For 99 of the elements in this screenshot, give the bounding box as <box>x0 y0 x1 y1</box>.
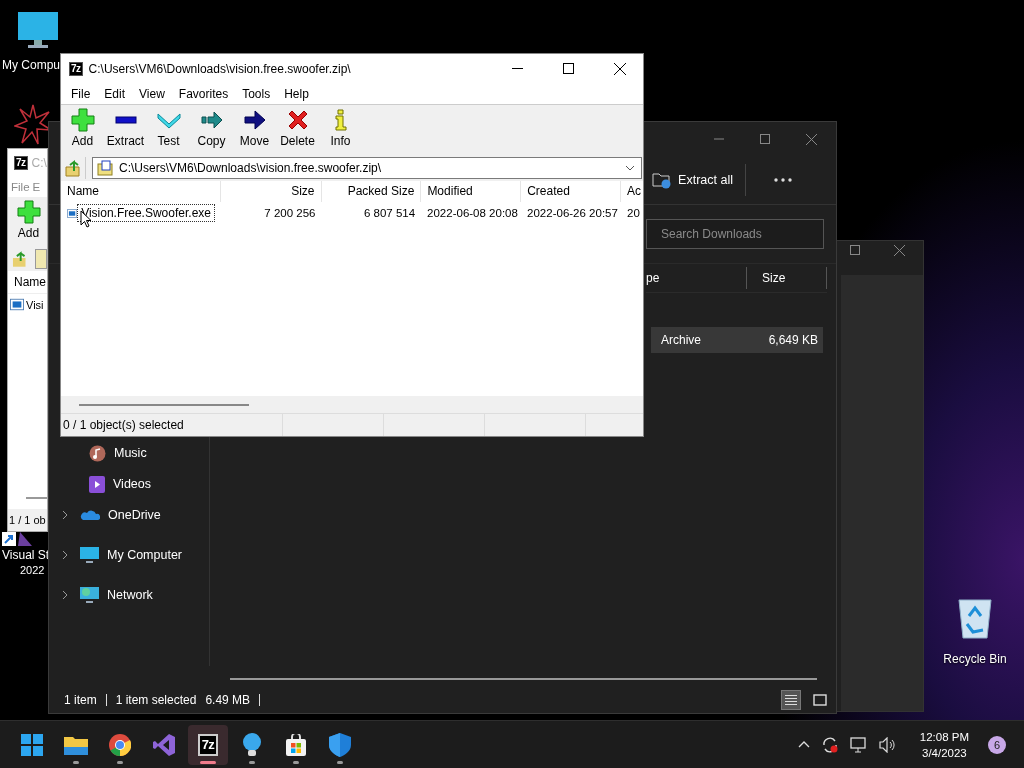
cloud-icon <box>80 509 100 521</box>
folder-up-icon <box>64 159 83 177</box>
table-cell: Archive <box>661 333 701 347</box>
close-icon[interactable] <box>614 62 626 75</box>
window-title: C:\Users\VM6\Downloads\vision.free.swoofer.zip\ <box>88 61 351 76</box>
column-header[interactable]: Created <box>521 181 622 202</box>
info-button[interactable]: Info <box>319 105 362 155</box>
music-note-icon <box>89 444 106 462</box>
icon-label: My Compu <box>2 58 60 72</box>
column-header[interactable]: Modified <box>421 181 522 202</box>
more-icon[interactable] <box>774 178 792 182</box>
file-name[interactable]: Visi <box>26 298 44 311</box>
scrollbar-thumb[interactable] <box>79 403 249 406</box>
details-view-button[interactable] <box>781 690 801 710</box>
file-row[interactable]: Archive 6,649 KB <box>651 327 823 353</box>
list-icon <box>784 694 798 706</box>
column-header[interactable]: Size <box>220 181 322 202</box>
network-icon[interactable] <box>849 736 868 753</box>
folder-icon <box>64 734 88 755</box>
test-button[interactable]: Test <box>147 105 190 155</box>
menu-item[interactable]: File <box>64 86 98 101</box>
column-header[interactable]: Name <box>61 181 221 202</box>
window-title: C:\ <box>31 155 47 170</box>
address-field[interactable] <box>35 249 47 269</box>
plus-icon <box>16 200 41 224</box>
menu-item[interactable]: Edit <box>97 86 133 101</box>
square-icon <box>813 694 827 706</box>
status-text: 1 item selected <box>115 693 197 707</box>
start-icon <box>21 733 43 756</box>
address-field[interactable]: C:\Users\VM6\Downloads\vision.free.swoofer.zip\ <box>92 157 642 179</box>
delete-button[interactable]: Delete <box>276 105 319 155</box>
column-header[interactable]: Name <box>8 271 47 294</box>
network-icon <box>80 586 99 604</box>
monitor-icon <box>80 546 99 564</box>
chevron-icon[interactable] <box>62 510 68 520</box>
shortcut-icon[interactable] <box>2 532 32 548</box>
sidebar-item[interactable]: Network <box>49 584 209 606</box>
search-field[interactable]: Search Downloads <box>646 219 824 249</box>
extract-all-button[interactable]: Extract all <box>648 167 737 193</box>
status-text: 0 / 1 object(s) selected <box>61 414 283 436</box>
sync-icon[interactable] <box>820 735 839 754</box>
icon-label: 2022 <box>19 563 45 578</box>
starburst-icon <box>14 104 52 146</box>
menu-item[interactable]: Favorites <box>171 86 236 101</box>
archive-icon <box>97 160 113 176</box>
shopping-bag-icon <box>285 733 307 756</box>
folder-up-button[interactable] <box>62 157 86 179</box>
sidebar-item[interactable]: My Computer <box>49 544 209 566</box>
table-cell: 20 <box>627 207 640 219</box>
folder-icon <box>652 171 673 189</box>
app-icon: 7z <box>69 61 83 76</box>
shield-icon <box>329 732 351 757</box>
status-text: 1 / 1 ob <box>8 509 47 531</box>
move-button[interactable]: Move <box>233 105 276 155</box>
arrow-icon <box>242 108 267 132</box>
menu-item[interactable]: Tools <box>235 86 278 101</box>
menu-item[interactable]: File <box>11 180 30 193</box>
ribbon-icon <box>153 733 175 756</box>
column-header[interactable]: Packed Size <box>321 181 422 202</box>
column-header[interactable]: Size <box>747 267 827 289</box>
column-header[interactable]: Ac <box>621 181 643 202</box>
menu-item[interactable]: E <box>32 180 41 193</box>
icon-label: Recycle Bin <box>943 652 1007 666</box>
file-icon <box>67 206 78 220</box>
notification-badge[interactable]: 6 <box>988 735 1006 754</box>
chevron-icon[interactable] <box>62 590 68 600</box>
sidebar-item[interactable]: Videos <box>49 473 209 495</box>
volume-icon[interactable] <box>878 736 897 753</box>
table-cell: 2022-06-26 20:57 <box>527 207 618 219</box>
clock-date[interactable]: 3/4/2023 <box>922 744 967 761</box>
file-icon <box>10 298 24 311</box>
add-button[interactable]: Add <box>10 197 47 247</box>
table-cell: 2022-06-08 20:08 <box>427 207 518 219</box>
table-cell: 6,649 KB <box>768 333 818 347</box>
menu-item[interactable]: Help <box>277 86 316 101</box>
lightbulb-icon <box>242 732 262 757</box>
sidebar-item[interactable]: Music <box>49 442 209 464</box>
status-text: 6.49 MB <box>205 693 251 707</box>
recycle-bin-icon[interactable] <box>955 596 995 640</box>
app-icon: 7z <box>14 155 28 170</box>
app-icon: 7z <box>197 733 219 756</box>
table-cell: 7 200 256 <box>264 207 316 219</box>
taskbar-button[interactable]: 7z <box>188 724 228 765</box>
copy-button[interactable]: Copy <box>190 105 233 155</box>
film-icon <box>89 475 105 493</box>
add-button[interactable]: Add <box>61 105 104 155</box>
extract-button[interactable]: Extract <box>104 105 147 155</box>
chevron-icon[interactable] <box>62 550 68 560</box>
table-cell: 6 807 514 <box>363 207 416 219</box>
chevron-up-icon[interactable] <box>797 741 810 748</box>
monitor-icon[interactable] <box>16 10 60 50</box>
sidebar-item[interactable]: OneDrive <box>49 504 209 526</box>
plus-icon <box>70 108 95 132</box>
column-header[interactable]: pe <box>646 267 747 289</box>
menu-item[interactable]: View <box>132 86 172 101</box>
clock-time[interactable]: 12:08 PM <box>919 728 969 745</box>
status-text: 1 item <box>64 693 97 707</box>
maximize-icon[interactable] <box>563 63 574 74</box>
browser-icon <box>109 733 131 756</box>
